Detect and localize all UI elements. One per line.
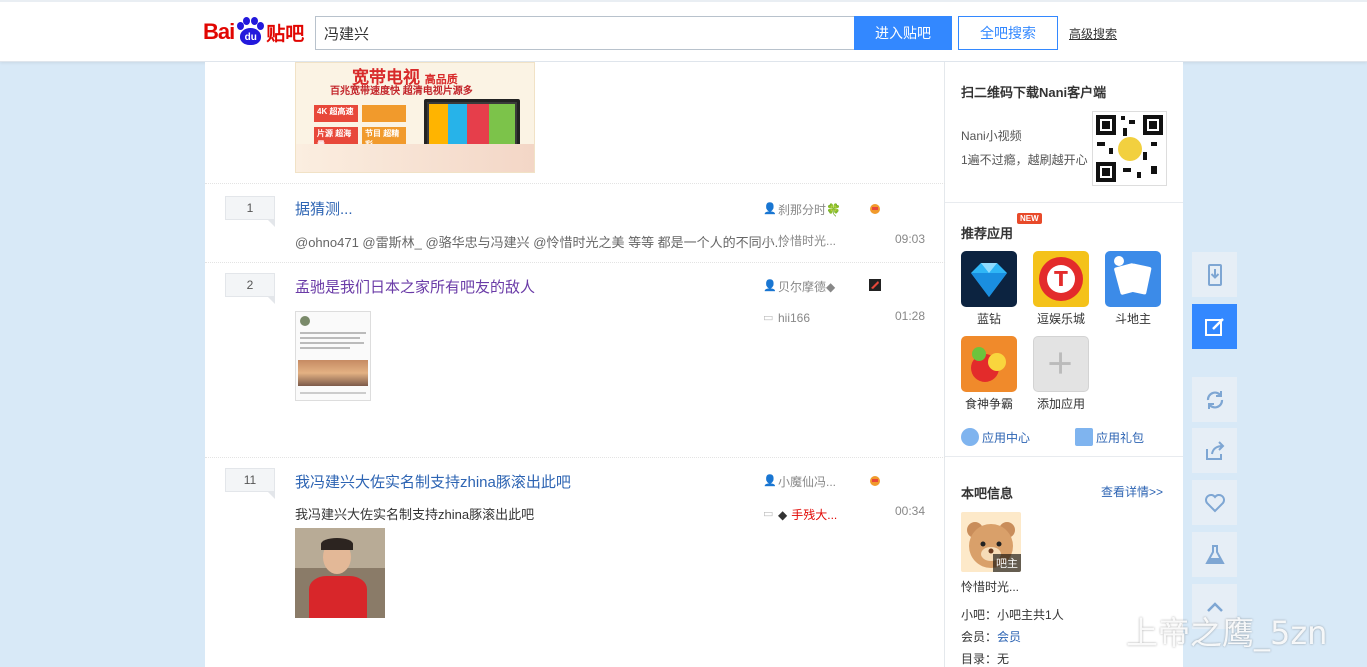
share-button[interactable]	[1192, 428, 1237, 473]
thread-author[interactable]: 👤 刹那分时🍀	[763, 201, 841, 218]
logo-du: du	[240, 28, 262, 45]
qr-code-image	[1092, 111, 1167, 186]
flask-icon	[1204, 544, 1225, 564]
comment-icon: ▭	[763, 311, 774, 324]
ad-footer	[296, 144, 534, 172]
app-center-link[interactable]: 应用中心	[961, 428, 1030, 446]
lab-button[interactable]	[1192, 532, 1237, 577]
info-sub-admins: 小吧：小吧主共1人	[961, 608, 1064, 622]
sidebar: 扫二维码下载Nani客户端 Nani小视频 1遍不过瘾，越刷越开心 推荐应用 N…	[945, 62, 1183, 667]
heart-icon	[1204, 493, 1225, 512]
ad-tile-program: 节目 超精彩	[362, 127, 406, 149]
owner-tag: 吧主	[993, 554, 1021, 572]
nani-logo-icon	[1118, 137, 1142, 161]
thread-author[interactable]: 👤 贝尔摩德◆	[763, 278, 835, 295]
watermark: 上帝之鹰_5zn	[1078, 608, 1327, 654]
comment-icon: ▭	[763, 508, 774, 520]
ad-subtitle: 百兆宽带速度快 超清电视片源多	[330, 86, 473, 97]
logo-tieba: 贴吧	[266, 23, 305, 45]
top-bar: Bai du 贴吧 进入贴吧 全吧搜索 高级搜索	[0, 0, 1367, 62]
thread-last-reply[interactable]: ▭ hii166	[763, 311, 810, 325]
edit-icon	[1204, 317, 1224, 336]
info-members: 会员：会员	[961, 630, 1022, 644]
thread-title-link[interactable]: 我冯建兴大佐实名制支持zhina豚滚出此吧	[295, 471, 571, 492]
thread-author[interactable]: 👤 小魔仙冯...	[763, 473, 836, 490]
enter-tieba-button[interactable]: 进入贴吧	[854, 16, 952, 50]
owner-name-link[interactable]: 怜惜时光...	[961, 578, 1019, 595]
plus-icon	[1033, 336, 1089, 392]
comment-icon: ▭	[763, 234, 774, 246]
post-thread-button[interactable]	[1192, 304, 1237, 349]
thread-last-reply[interactable]: ▭ ◆ 手残大...	[763, 506, 837, 523]
members-link[interactable]: 会员	[997, 630, 1021, 644]
user-icon: 👤	[763, 280, 777, 292]
casino-chip-icon: T	[1033, 251, 1089, 307]
thread-time: 00:34	[894, 504, 925, 518]
new-badge: NEW	[1017, 213, 1042, 224]
thread-thumbnail[interactable]	[295, 311, 371, 401]
forum-owner-avatar[interactable]: 吧主	[961, 512, 1021, 572]
ad-banner[interactable]: 宽带电视 高品质 百兆宽带速度快 超清电视片源多 4K 超高速 片源 超海量 节…	[295, 62, 535, 173]
diamond-icon	[961, 251, 1017, 307]
level-badge-icon	[868, 278, 882, 292]
level-badge-icon	[868, 201, 882, 215]
thread-abstract: 我冯建兴大佐实名制支持zhina豚滚出此吧	[295, 507, 535, 522]
reply-count: 11	[225, 468, 275, 499]
qr-slogan: 1遍不过瘾，越刷越开心	[961, 153, 1088, 167]
thread-row: 11 我冯建兴大佐实名制支持zhina豚滚出此吧 我冯建兴大佐实名制支持zhin…	[205, 457, 945, 667]
level-badge-icon	[868, 473, 882, 487]
thread-row: 2 孟驰是我们日本之家所有吧友的敌人 👤 贝尔摩德◆ ▭ hii166 01:28	[205, 262, 945, 457]
refresh-icon	[1206, 390, 1223, 409]
gift-icon	[1075, 428, 1093, 446]
info-directory: 目录：无	[961, 652, 1010, 666]
add-app-button[interactable]: 添加应用	[1033, 336, 1089, 412]
view-details-link[interactable]: 查看详情>>	[1101, 483, 1163, 500]
reply-count: 1	[225, 196, 275, 227]
thread-title-link[interactable]: 孟驰是我们日本之家所有吧友的敌人	[295, 276, 535, 297]
share-icon	[1205, 440, 1224, 460]
svg-text:T: T	[1054, 267, 1068, 291]
thread-row: 1 据猜测... @ohno471 @雷斯林_ @骆华忠与冯建兴 @怜惜时光之美…	[205, 183, 945, 262]
apps-section-title: 推荐应用	[961, 226, 1014, 241]
qr-download-section: 扫二维码下载Nani客户端 Nani小视频 1遍不过瘾，越刷越开心	[945, 62, 1183, 203]
baidu-tieba-logo[interactable]: Bai du 贴吧	[203, 14, 304, 50]
refresh-button[interactable]	[1192, 377, 1237, 422]
phone-download-icon	[1207, 263, 1222, 286]
reply-count: 2	[225, 273, 275, 304]
user-icon: 👤	[763, 203, 777, 215]
thread-abstract: @ohno471 @雷斯林_ @骆华忠与冯建兴 @怜惜时光之美 等等 都是一个人…	[295, 235, 786, 250]
recommended-apps-section: 推荐应用	[945, 203, 1183, 457]
cards-icon	[1105, 251, 1161, 307]
thread-title-link[interactable]: 据猜测...	[295, 198, 353, 219]
user-icon: 👤	[763, 475, 777, 487]
fruit-icon	[961, 336, 1017, 392]
top-bar-line	[0, 0, 1367, 2]
forum-info-title: 本吧信息	[961, 486, 1014, 501]
app-center-icon	[961, 428, 979, 446]
qr-section-title: 扫二维码下载Nani客户端	[961, 85, 1107, 100]
thread-time: 09:03	[894, 232, 925, 246]
paw-icon: du	[235, 17, 265, 47]
ad-tile-source: 片源 超海量	[314, 127, 358, 149]
app-food-god[interactable]: 食神争霸	[961, 336, 1017, 412]
ad-tile-4k: 4K 超高速	[314, 105, 358, 122]
advanced-search-link[interactable]: 高级搜索	[1069, 25, 1117, 42]
favorite-button[interactable]	[1192, 480, 1237, 525]
thread-list: 宽带电视 高品质 百兆宽带速度快 超清电视片源多 4K 超高速 片源 超海量 节…	[205, 62, 945, 667]
logo-bai: Bai	[203, 19, 235, 44]
all-tieba-search-button[interactable]: 全吧搜索	[958, 16, 1058, 50]
thread-time: 01:28	[894, 309, 925, 323]
download-client-button[interactable]	[1192, 252, 1237, 297]
thread-photo[interactable]	[295, 528, 385, 618]
app-doudizhu[interactable]: 斗地主	[1105, 251, 1161, 327]
search-input[interactable]	[315, 16, 855, 50]
thread-last-reply[interactable]: ▭ 怜惜时光...	[763, 232, 836, 249]
weibo-logo-icon	[1080, 616, 1117, 647]
app-douyu-casino[interactable]: T 逗娱乐城	[1033, 251, 1089, 327]
qr-app-name: Nani小视频	[961, 129, 1022, 143]
app-gift-link[interactable]: 应用礼包	[1075, 428, 1144, 446]
app-blue-diamond[interactable]: 蓝钻	[961, 251, 1017, 327]
ad-tile-speed	[362, 105, 406, 122]
